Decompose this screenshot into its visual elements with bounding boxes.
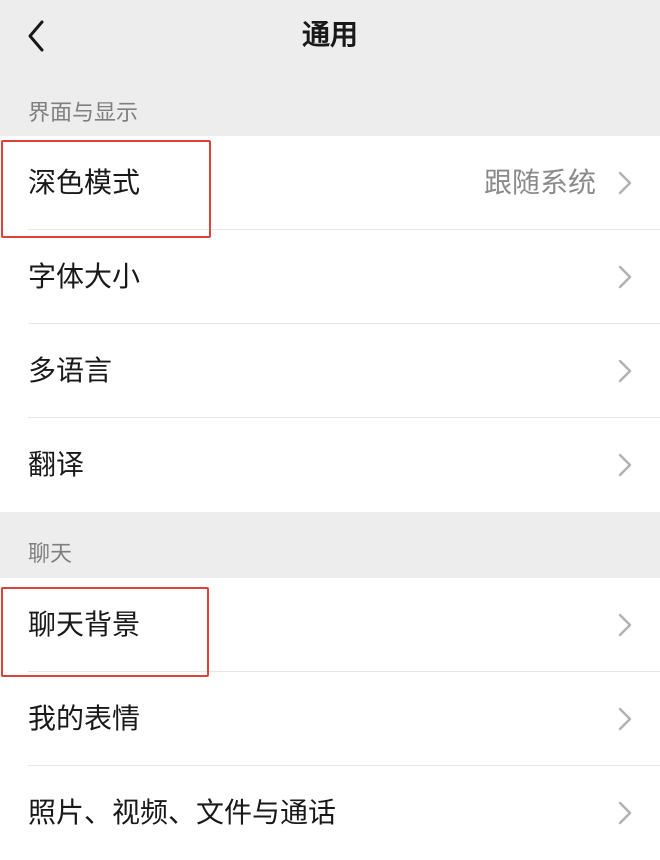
chevron-right-icon (618, 801, 632, 825)
nav-header: 通用 (0, 0, 660, 70)
chevron-right-icon (618, 613, 632, 637)
media-files-calls-row[interactable]: 照片、视频、文件与通话 (0, 766, 660, 860)
section-label-display: 界面与显示 (28, 101, 139, 126)
settings-group-chat: 聊天背景 我的表情 照片、视频、文件与通话 (0, 578, 660, 860)
row-label: 聊天背景 (28, 608, 141, 641)
row-label: 翻译 (28, 448, 85, 481)
chevron-right-icon (618, 171, 632, 195)
chevron-right-icon (618, 707, 632, 731)
page-title: 通用 (301, 18, 358, 51)
settings-group-display: 深色模式 跟随系统 字体大小 多语言 翻译 (0, 136, 660, 512)
chat-background-row[interactable]: 聊天背景 (0, 578, 660, 672)
row-value: 跟随系统 (483, 166, 596, 199)
chevron-right-icon (618, 265, 632, 289)
font-size-row[interactable]: 字体大小 (0, 230, 660, 324)
my-stickers-row[interactable]: 我的表情 (0, 672, 660, 766)
dark-mode-row[interactable]: 深色模式 跟随系统 (0, 136, 660, 230)
translate-row[interactable]: 翻译 (0, 418, 660, 512)
row-label: 字体大小 (28, 260, 141, 293)
row-label: 多语言 (28, 354, 113, 387)
row-label: 我的表情 (28, 702, 141, 735)
chevron-right-icon (618, 359, 632, 383)
row-label: 照片、视频、文件与通话 (28, 796, 337, 829)
chevron-right-icon (618, 453, 632, 477)
language-row[interactable]: 多语言 (0, 324, 660, 418)
section-label-chat: 聊天 (28, 542, 73, 567)
row-label: 深色模式 (28, 166, 141, 199)
